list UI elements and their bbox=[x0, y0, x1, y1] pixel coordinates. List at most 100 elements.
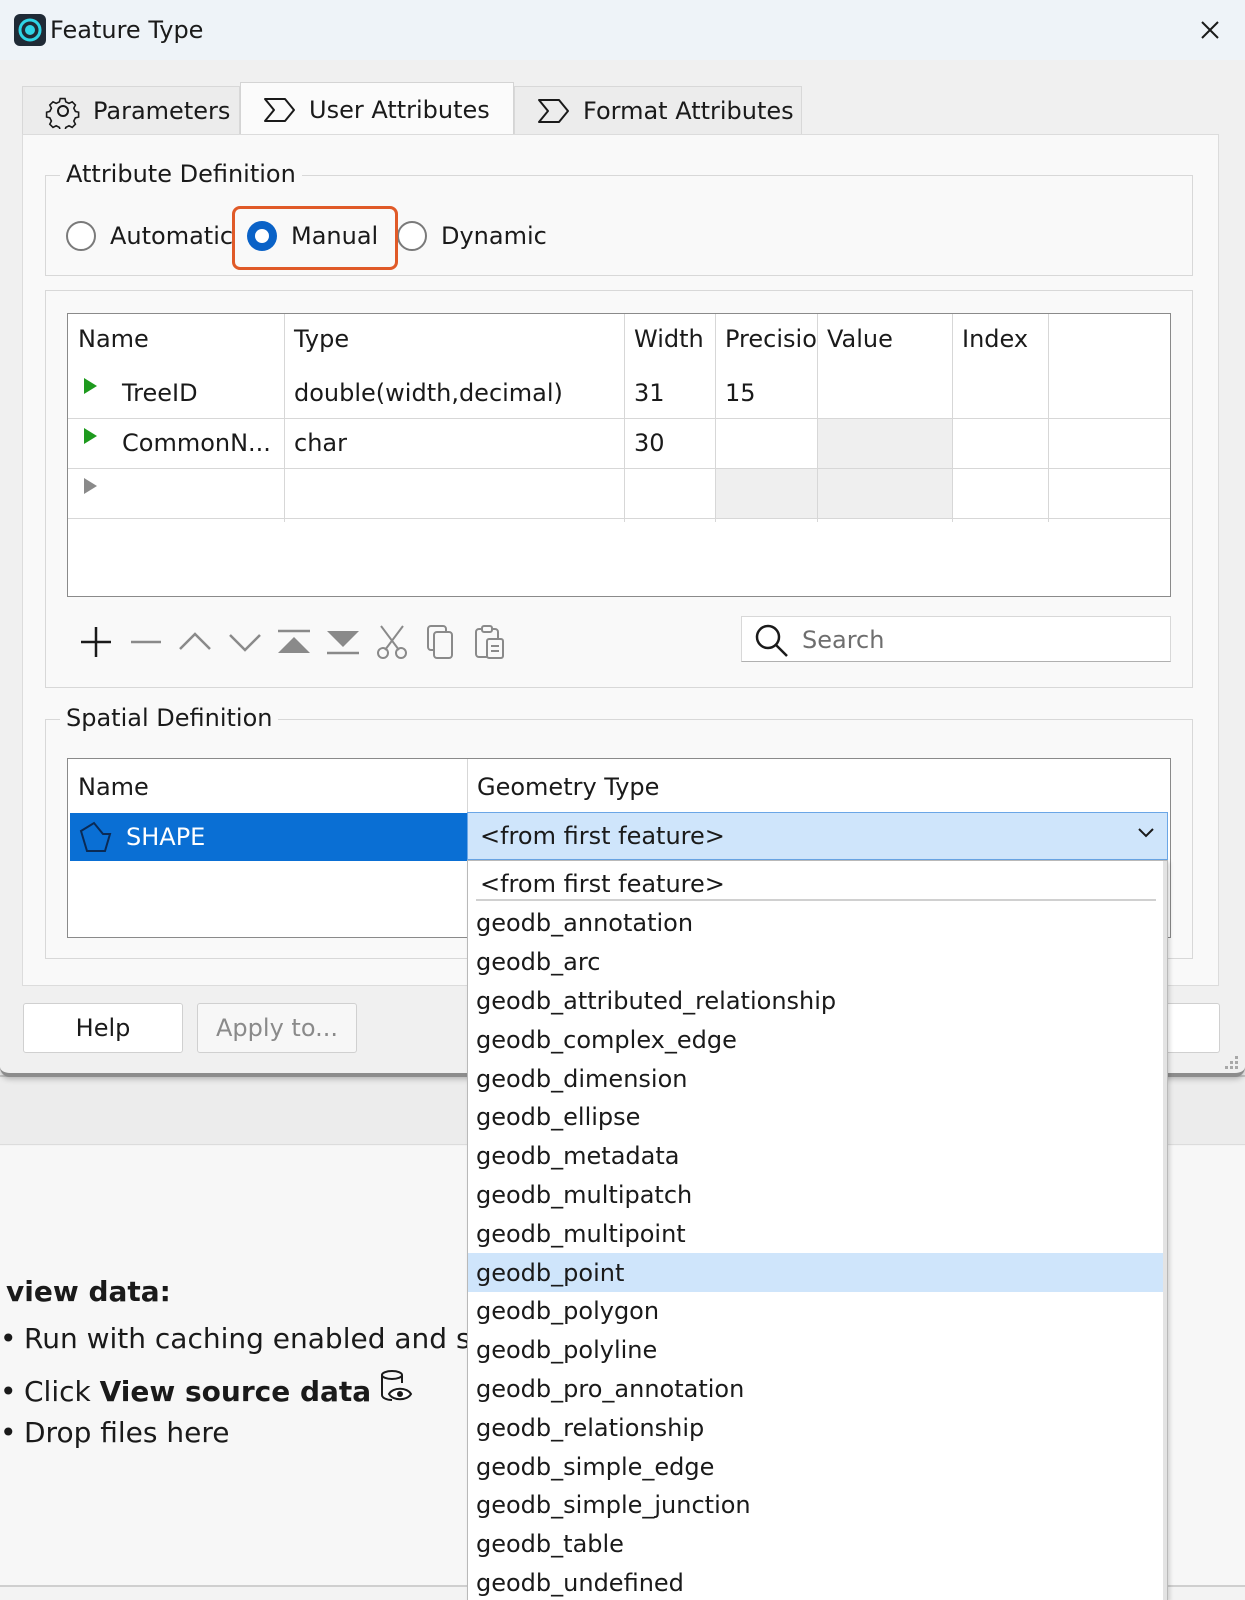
table-cell-index[interactable] bbox=[952, 418, 1048, 468]
dropdown-option-geodb-annotation[interactable]: geodb_annotation bbox=[468, 904, 1167, 943]
radio-dynamic[interactable]: Dynamic bbox=[397, 218, 547, 254]
paste-icon bbox=[475, 625, 504, 659]
radio-automatic-label: Automatic bbox=[110, 222, 234, 250]
move-bottom-button[interactable] bbox=[321, 620, 365, 664]
disabled-cell bbox=[715, 468, 817, 518]
table-cell-type[interactable] bbox=[284, 468, 624, 518]
paste-button[interactable] bbox=[468, 620, 512, 664]
move-bottom-icon bbox=[327, 631, 359, 655]
table-cell-name[interactable]: CommonN... bbox=[112, 418, 284, 468]
move-top-icon bbox=[278, 629, 310, 653]
column-header-precision[interactable]: Precision bbox=[715, 314, 817, 364]
title-bar[interactable]: Feature Type bbox=[0, 0, 1245, 60]
dialog-title: Feature Type bbox=[50, 16, 204, 44]
add-icon bbox=[81, 627, 111, 657]
table-cell-name[interactable]: TreeID bbox=[112, 368, 284, 418]
dropdown-option-geodb-table[interactable]: geodb_table bbox=[468, 1525, 1167, 1564]
search-box[interactable] bbox=[741, 616, 1171, 662]
dropdown-option-from-first-feature[interactable]: <from first feature> bbox=[480, 865, 725, 903]
move-down-button[interactable] bbox=[223, 620, 267, 664]
resize-grip-icon[interactable] bbox=[1222, 1055, 1240, 1073]
radio-button-dynamic[interactable] bbox=[397, 221, 427, 251]
column-header-type[interactable]: Type bbox=[284, 314, 624, 364]
tab-format-attributes[interactable]: Format Attributes bbox=[514, 86, 802, 134]
table-cell-type[interactable]: char bbox=[284, 418, 624, 468]
dropdown-option-geodb-polyline[interactable]: geodb_polyline bbox=[468, 1331, 1167, 1370]
move-top-button[interactable] bbox=[272, 620, 316, 664]
table-cell-value[interactable] bbox=[817, 418, 952, 468]
table-cell-width[interactable]: 30 bbox=[624, 418, 715, 468]
new-row-indicator-icon bbox=[84, 478, 97, 494]
dropdown-option-geodb-attributed-relationship[interactable]: geodb_attributed_relationship bbox=[468, 982, 1167, 1021]
polygon-shape-icon bbox=[79, 821, 112, 852]
column-header-name[interactable]: Name bbox=[68, 759, 467, 815]
help-button[interactable]: Help bbox=[23, 1003, 183, 1053]
tab-user-attributes[interactable]: User Attributes bbox=[240, 82, 514, 136]
app-logo-icon bbox=[14, 14, 46, 46]
column-header-index[interactable]: Index bbox=[952, 314, 1048, 364]
dropdown-option-geodb-simple-edge[interactable]: geodb_simple_edge bbox=[468, 1447, 1167, 1486]
view-source-data-icon[interactable] bbox=[379, 1369, 413, 1407]
geometry-type-combobox[interactable]: <from first feature> bbox=[467, 812, 1168, 860]
radio-dynamic-label: Dynamic bbox=[441, 222, 547, 250]
bullet-drop-files-text: Drop files here bbox=[24, 1416, 230, 1449]
manual-highlight-box bbox=[232, 206, 398, 270]
add-row-button[interactable] bbox=[74, 620, 118, 664]
dropdown-option-geodb-polygon[interactable]: geodb_polygon bbox=[468, 1292, 1167, 1331]
move-up-icon bbox=[179, 632, 211, 650]
apply-to-button[interactable]: Apply to... bbox=[197, 1003, 357, 1053]
dropdown-option-geodb-undefined[interactable]: geodb_undefined bbox=[468, 1564, 1167, 1600]
attribute-definition-title: Attribute Definition bbox=[60, 160, 302, 188]
view-source-data-link[interactable]: View source data bbox=[100, 1375, 372, 1408]
table-cell-precision[interactable]: 15 bbox=[715, 368, 817, 418]
close-icon bbox=[1201, 21, 1219, 39]
bullet-run-caching-text: Run with caching enabled and se bbox=[24, 1322, 488, 1355]
radio-button-automatic[interactable] bbox=[66, 221, 96, 251]
tab-format-attributes-label: Format Attributes bbox=[583, 96, 794, 125]
table-cell-name[interactable] bbox=[112, 468, 284, 518]
row-indicator-icon bbox=[84, 428, 97, 444]
cut-icon bbox=[377, 625, 407, 659]
search-input[interactable] bbox=[802, 623, 1162, 657]
view-data-heading: view data: bbox=[6, 1275, 171, 1308]
bullet-view-source-prefix: Click bbox=[24, 1375, 100, 1408]
column-header-width[interactable]: Width bbox=[624, 314, 715, 364]
move-up-button[interactable] bbox=[173, 620, 217, 664]
tab-parameters[interactable]: Parameters bbox=[22, 86, 240, 134]
geometry-type-value: <from first feature> bbox=[480, 822, 725, 850]
cut-button[interactable] bbox=[370, 620, 414, 664]
bullet-view-source: • Click View source data bbox=[0, 1369, 413, 1408]
dropdown-option-geodb-relationship[interactable]: geodb_relationship bbox=[468, 1408, 1167, 1447]
dropdown-option-geodb-complex-edge[interactable]: geodb_complex_edge bbox=[468, 1020, 1167, 1059]
dropdown-option-geodb-ellipse[interactable]: geodb_ellipse bbox=[468, 1098, 1167, 1137]
table-cell-value[interactable] bbox=[817, 368, 952, 418]
dropdown-option-geodb-multipatch[interactable]: geodb_multipatch bbox=[468, 1176, 1167, 1215]
remove-row-button[interactable] bbox=[124, 620, 168, 664]
geometry-type-dropdown-list: <from first feature> geodb_annotation geo… bbox=[467, 860, 1168, 1600]
close-button[interactable] bbox=[1192, 14, 1228, 46]
table-cell-type[interactable]: double(width,decimal) bbox=[284, 368, 624, 418]
table-cell-index[interactable] bbox=[952, 368, 1048, 418]
copy-button[interactable] bbox=[419, 620, 463, 664]
search-icon bbox=[755, 624, 788, 657]
dropdown-option-geodb-simple-junction[interactable]: geodb_simple_junction bbox=[468, 1486, 1167, 1525]
row-indicator-icon bbox=[84, 378, 97, 394]
table-cell-width[interactable]: 31 bbox=[624, 368, 715, 418]
column-header-value[interactable]: Value bbox=[817, 314, 952, 364]
dropdown-option-geodb-metadata[interactable]: geodb_metadata bbox=[468, 1137, 1167, 1176]
dropdown-option-geodb-multipoint[interactable]: geodb_multipoint bbox=[468, 1214, 1167, 1253]
bullet-drop-files: • Drop files here bbox=[0, 1416, 230, 1449]
table-cell-precision bbox=[715, 418, 817, 468]
dropdown-option-geodb-pro-annotation[interactable]: geodb_pro_annotation bbox=[468, 1370, 1167, 1409]
attribute-table: Name Type Width Precision Value Index Tr… bbox=[67, 313, 1171, 597]
dropdown-option-geodb-dimension[interactable]: geodb_dimension bbox=[468, 1059, 1167, 1098]
attribute-tag-icon bbox=[538, 98, 569, 123]
dropdown-option-geodb-arc[interactable]: geodb_arc bbox=[468, 943, 1167, 982]
spatial-row-shape[interactable]: SHAPE bbox=[70, 813, 468, 861]
column-header-geometry-type[interactable]: Geometry Type bbox=[467, 759, 1167, 815]
spatial-definition-title: Spatial Definition bbox=[60, 704, 279, 732]
column-header-name[interactable]: Name bbox=[68, 314, 284, 364]
dropdown-option-geodb-point[interactable]: geodb_point bbox=[468, 1253, 1167, 1292]
dropdown-scrollbar[interactable] bbox=[1163, 861, 1167, 1600]
radio-automatic[interactable]: Automatic bbox=[66, 218, 233, 254]
